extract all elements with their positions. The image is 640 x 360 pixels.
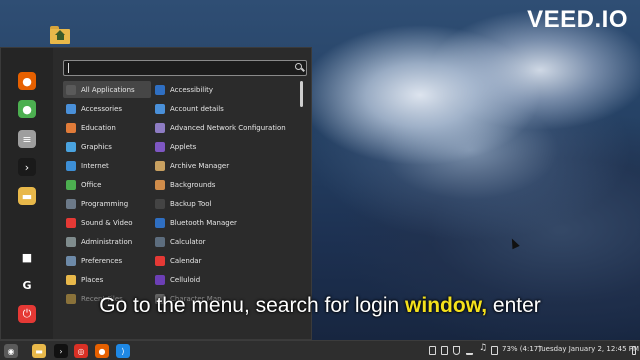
category-label: All Applications [81,85,135,94]
category-label: Internet [81,161,109,170]
category-label: Sound & Video [81,218,133,227]
category-label: Accessories [81,104,123,113]
calculator-icon [155,236,165,247]
app-label: Advanced Network Configuration [170,123,286,132]
network-icon [155,122,165,133]
firefox-icon[interactable]: ● [18,72,36,90]
code-icon [66,198,76,209]
admin-icon [66,236,76,247]
education-icon [66,122,76,133]
mint-menu-icon[interactable]: ◉ [4,344,18,358]
vscode-icon[interactable]: ⟩ [116,344,130,358]
app-item[interactable]: Celluloid [153,271,305,288]
category-item[interactable]: Graphics [63,138,151,155]
app-label: Applets [170,142,197,151]
category-label: Administration [81,237,133,246]
archive-icon [155,160,165,171]
app-label: Account details [170,104,224,113]
lock-screen-icon[interactable]: ■ [18,248,36,266]
watermark-logo: VEED.IO [527,6,628,33]
system-settings-icon[interactable]: ≡ [18,130,36,148]
app-item[interactable]: Calculator [153,233,305,250]
play-icon [66,217,76,228]
category-label: Programming [81,199,129,208]
app-item[interactable]: Calendar [153,252,305,269]
account-icon [155,103,165,114]
app-label: Calendar [170,256,202,265]
download-tray-icon[interactable] [466,346,473,355]
terminal-icon[interactable]: › [54,344,68,358]
app-item[interactable]: Accessibility [153,81,305,98]
category-label: Office [81,180,102,189]
search-icon [295,63,302,70]
calendar-icon [155,255,165,266]
app-item[interactable]: Backgrounds [153,176,305,193]
category-item[interactable]: All Applications [63,81,151,98]
files-icon[interactable]: ▬ [32,344,46,358]
category-item[interactable]: Administration [63,233,151,250]
chrome-icon[interactable]: ◎ [74,344,88,358]
scissors-icon [66,103,76,114]
home-folder-icon[interactable] [50,26,70,44]
applets-icon [155,141,165,152]
app-label: Calculator [170,237,206,246]
show-desktop-button[interactable] [632,346,636,355]
backgrounds-icon [155,179,165,190]
celluloid-icon [155,274,165,285]
category-item[interactable]: Preferences [63,252,151,269]
battery-status[interactable]: 73% (4:17) [502,345,541,353]
bluetooth-tray-icon[interactable] [429,346,436,355]
caption-text: Go to the menu, search for login [99,294,406,317]
category-item[interactable]: Accessories [63,100,151,117]
category-item[interactable]: Education [63,119,151,136]
category-label: Preferences [81,256,123,265]
app-item[interactable]: Archive Manager [153,157,305,174]
app-label: Backup Tool [170,199,212,208]
accessibility-icon [155,84,165,95]
music-tray-icon[interactable]: ♫ [479,343,487,353]
category-label: Places [81,275,104,284]
app-item[interactable]: Account details [153,100,305,117]
preferences-icon [66,255,76,266]
app-label: Celluloid [170,275,201,284]
app-label: Bluetooth Manager [170,218,237,227]
terminal-icon[interactable]: › [18,158,36,176]
category-item[interactable]: Programming [63,195,151,212]
battery-tray-icon[interactable] [491,346,498,355]
files-icon[interactable]: ▬ [18,187,36,205]
category-label: Education [81,123,116,132]
category-item[interactable]: Places [63,271,151,288]
text-caret [68,63,69,73]
search-input[interactable] [63,60,307,76]
bluetooth-icon [155,217,165,228]
category-label: Graphics [81,142,112,151]
folder-icon [66,274,76,285]
category-item[interactable]: Sound & Video [63,214,151,231]
workspace-tray-icon[interactable] [441,346,448,355]
firefox-icon[interactable]: ● [95,344,109,358]
graphics-icon [66,141,76,152]
logout-icon[interactable]: G [18,276,36,294]
caption-highlight: window, [405,294,488,317]
bottom-panel: ♫ 73% (4:17) Tuesday January 2, 12:45 PM… [0,340,640,360]
cloud-icon [66,160,76,171]
office-icon [66,179,76,190]
category-item[interactable]: Office [63,176,151,193]
app-label: Backgrounds [170,180,216,189]
app-item[interactable]: Bluetooth Manager [153,214,305,231]
app-item[interactable]: Backup Tool [153,195,305,212]
grid-icon [66,84,76,95]
app-item[interactable]: Advanced Network Configuration [153,119,305,136]
clock[interactable]: Tuesday January 2, 12:45 PM [538,345,639,353]
backup-icon [155,198,165,209]
app-item[interactable]: Applets [153,138,305,155]
software-manager-icon[interactable]: ● [18,100,36,118]
app-label: Accessibility [170,85,214,94]
shield-tray-icon[interactable] [453,346,460,355]
app-label: Archive Manager [170,161,230,170]
video-caption: Go to the menu, search for login window,… [0,294,640,318]
category-item[interactable]: Internet [63,157,151,174]
caption-text-end: enter [487,294,541,317]
